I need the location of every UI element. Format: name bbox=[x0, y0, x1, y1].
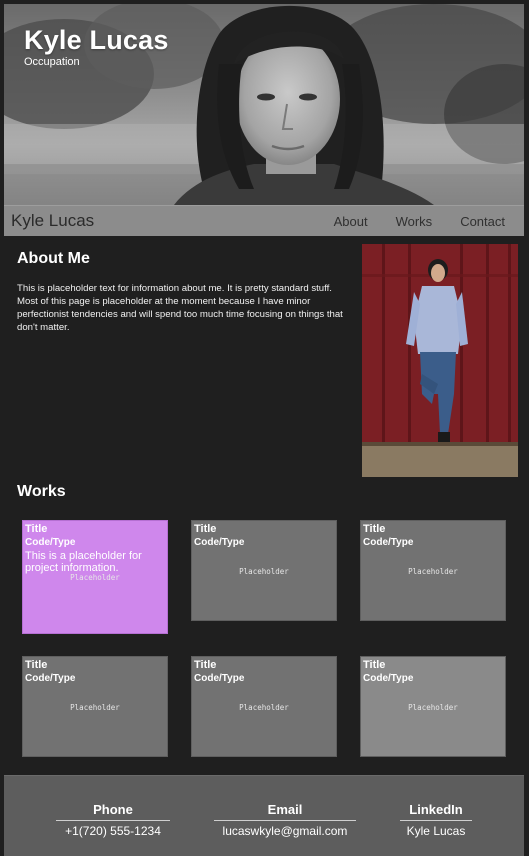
nav-link-about[interactable]: About bbox=[334, 206, 384, 237]
hero-name: Kyle Lucas bbox=[24, 25, 169, 55]
page: Kyle Lucas Occupation Kyle Lucas About W… bbox=[0, 0, 529, 856]
work-card-type: Code/Type bbox=[194, 673, 245, 684]
work-card-title: Title bbox=[25, 659, 48, 671]
nav-brand[interactable]: Kyle Lucas bbox=[11, 211, 94, 231]
footer: Phone +1(720) 555-1234 Email lucaswkyle@… bbox=[4, 775, 524, 856]
footer-phone: Phone +1(720) 555-1234 bbox=[56, 802, 170, 838]
works-heading: Works bbox=[17, 483, 66, 500]
work-card-type: Code/Type bbox=[363, 537, 414, 548]
work-card-placeholder: Placeholder bbox=[70, 573, 120, 582]
work-card-4[interactable]: Title Code/Type Placeholder bbox=[22, 656, 168, 757]
work-card-type: Code/Type bbox=[194, 537, 245, 548]
footer-linkedin-label: LinkedIn bbox=[409, 802, 463, 817]
hero-occupation: Occupation bbox=[24, 56, 80, 68]
work-card-6[interactable]: Title Code/Type Placeholder bbox=[360, 656, 506, 757]
work-card-1[interactable]: Title Code/Type Placeholder This is a pl… bbox=[22, 520, 168, 634]
work-card-title: Title bbox=[25, 523, 48, 535]
work-card-title: Title bbox=[194, 659, 217, 671]
work-card-placeholder: Placeholder bbox=[239, 567, 289, 576]
nav-links: About Works Contact bbox=[334, 206, 524, 237]
work-card-title: Title bbox=[363, 523, 386, 535]
navbar: Kyle Lucas About Works Contact bbox=[4, 205, 524, 236]
footer-linkedin-value[interactable]: Kyle Lucas bbox=[400, 821, 472, 838]
nav-link-works[interactable]: Works bbox=[384, 206, 449, 237]
footer-email: Email lucaswkyle@gmail.com bbox=[214, 802, 356, 838]
about-photo bbox=[362, 244, 518, 477]
work-card-type: Code/Type bbox=[25, 673, 76, 684]
work-card-placeholder: Placeholder bbox=[408, 703, 458, 712]
footer-linkedin: LinkedIn Kyle Lucas bbox=[400, 802, 472, 838]
standing-portrait-image bbox=[362, 244, 518, 477]
work-card-3[interactable]: Title Code/Type Placeholder bbox=[360, 520, 506, 621]
hero-banner: Kyle Lucas Occupation bbox=[4, 4, 524, 205]
about-text: This is placeholder text for information… bbox=[17, 283, 343, 333]
footer-email-value[interactable]: lucaswkyle@gmail.com bbox=[214, 821, 356, 838]
work-card-title: Title bbox=[194, 523, 217, 535]
nav-link-contact[interactable]: Contact bbox=[448, 206, 524, 237]
work-card-placeholder: Placeholder bbox=[408, 567, 458, 576]
work-card-placeholder: Placeholder bbox=[70, 703, 120, 712]
work-card-description: This is a placeholder for project inform… bbox=[25, 550, 142, 574]
work-card-type: Code/Type bbox=[25, 537, 76, 548]
about-heading: About Me bbox=[17, 250, 90, 267]
footer-phone-label: Phone bbox=[93, 802, 133, 817]
work-card-title: Title bbox=[363, 659, 386, 671]
work-card-placeholder: Placeholder bbox=[239, 703, 289, 712]
footer-email-label: Email bbox=[267, 802, 303, 817]
work-card-type: Code/Type bbox=[363, 673, 414, 684]
work-card-2[interactable]: Title Code/Type Placeholder bbox=[191, 520, 337, 621]
work-card-5[interactable]: Title Code/Type Placeholder bbox=[191, 656, 337, 757]
footer-phone-value[interactable]: +1(720) 555-1234 bbox=[56, 821, 170, 838]
